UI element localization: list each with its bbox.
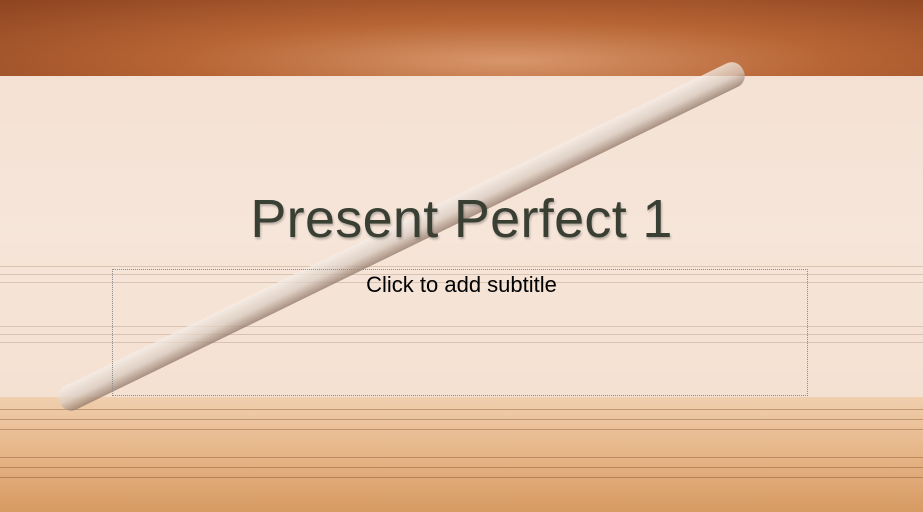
staff-line [0, 457, 923, 458]
staff-line [0, 467, 923, 468]
staff-line [0, 477, 923, 478]
background-bottom-strip [0, 397, 923, 512]
slide-canvas: Present Perfect 1 Click to add subtitle [0, 0, 923, 512]
slide-title[interactable]: Present Perfect 1 [0, 188, 923, 250]
subtitle-placeholder-text[interactable]: Click to add subtitle [0, 272, 923, 298]
staff-line [0, 409, 923, 410]
staff-line [0, 419, 923, 420]
background-top-strip [0, 0, 923, 76]
staff-line [0, 429, 923, 430]
staff-line [0, 266, 923, 267]
